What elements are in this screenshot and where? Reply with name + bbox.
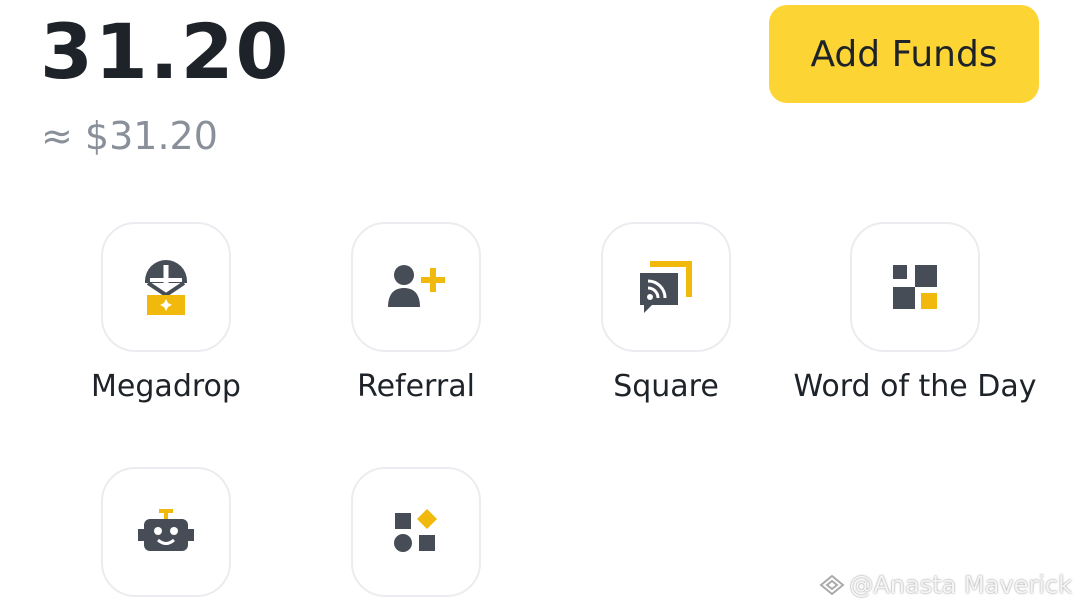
fiat-equivalent: ≈ $31.20 (41, 114, 218, 158)
megadrop-icon (145, 260, 187, 315)
word-of-the-day-icon (893, 265, 937, 309)
shortcut-label-referral: Referral (357, 369, 475, 404)
watermark-text: @Anasta Maverick (849, 571, 1072, 599)
shortcut-megadrop[interactable] (101, 222, 231, 352)
shortcut-square[interactable] (601, 222, 731, 352)
shortcut-referral[interactable] (351, 222, 481, 352)
watermark: @Anasta Maverick (819, 571, 1072, 599)
referral-icon (388, 265, 445, 307)
balance-amount: 31.20 (40, 7, 291, 96)
shortcut-label-megadrop: Megadrop (91, 369, 241, 404)
add-funds-button[interactable]: Add Funds (769, 5, 1039, 103)
shortcut-label-square: Square (613, 369, 719, 404)
square-feed-icon (640, 261, 692, 313)
shortcut-robot[interactable] (101, 467, 231, 597)
robot-icon (138, 509, 194, 551)
shortcut-label-word-of-the-day: Word of the Day (793, 369, 1037, 404)
watermark-logo-icon (819, 574, 845, 596)
shortcut-more[interactable] (351, 467, 481, 597)
more-shapes-icon (394, 509, 437, 552)
shortcut-word-of-the-day[interactable] (850, 222, 980, 352)
